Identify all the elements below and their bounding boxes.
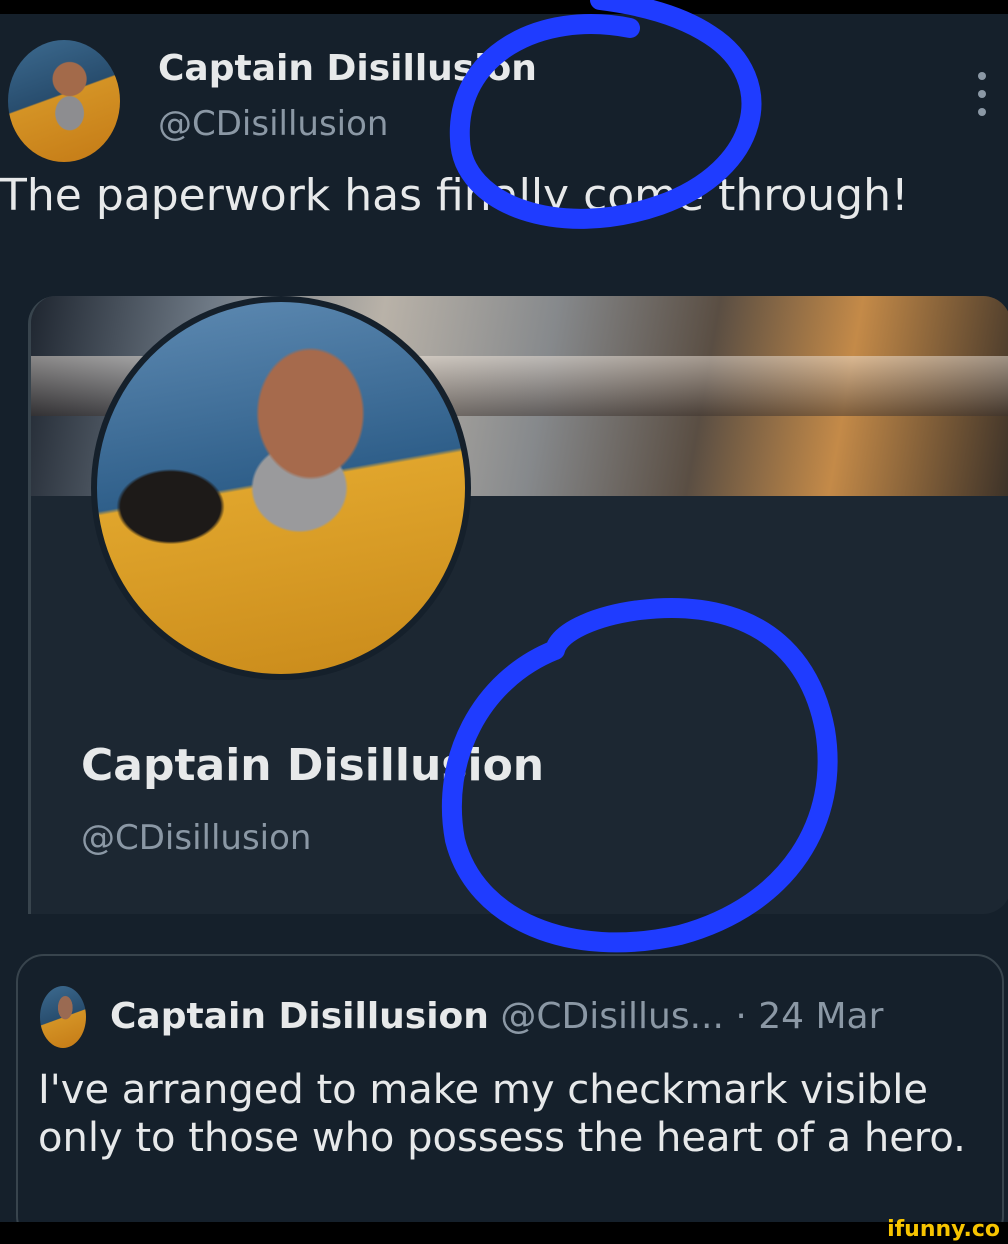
kebab-dot: [978, 72, 986, 80]
quoted-author-name[interactable]: Captain Disillusion: [110, 996, 489, 1037]
quoted-author-handle[interactable]: @CDisillus...: [500, 996, 724, 1037]
kebab-dot: [978, 90, 986, 98]
quoted-meta: Captain Disillusion @CDisillus... · 24 M…: [110, 996, 883, 1037]
quoted-date[interactable]: · 24 Mar: [735, 996, 883, 1037]
profile-name: Captain Disillusion: [81, 740, 545, 791]
author-handle[interactable]: @CDisillusion: [158, 104, 388, 144]
top-bar: [0, 0, 1008, 14]
quoted-tweet[interactable]: Captain Disillusion @CDisillus... · 24 M…: [16, 954, 1004, 1244]
watermark: ifunny.co: [887, 1217, 1000, 1242]
profile-handle: @CDisillusion: [81, 818, 312, 858]
profile-avatar[interactable]: [91, 296, 471, 680]
author-name[interactable]: Captain Disillusion: [158, 48, 537, 89]
more-options-button[interactable]: [970, 72, 994, 116]
quoted-text: I've arranged to make my checkmark visib…: [38, 1067, 966, 1161]
quoted-avatar[interactable]: [40, 986, 86, 1048]
profile-card[interactable]: Captain Disillusion @CDisillusion: [28, 296, 1008, 914]
tweet-text: The paperwork has finally come through!: [0, 170, 909, 221]
author-avatar[interactable]: [8, 40, 120, 162]
bottom-bar: [0, 1222, 1008, 1244]
kebab-dot: [978, 108, 986, 116]
